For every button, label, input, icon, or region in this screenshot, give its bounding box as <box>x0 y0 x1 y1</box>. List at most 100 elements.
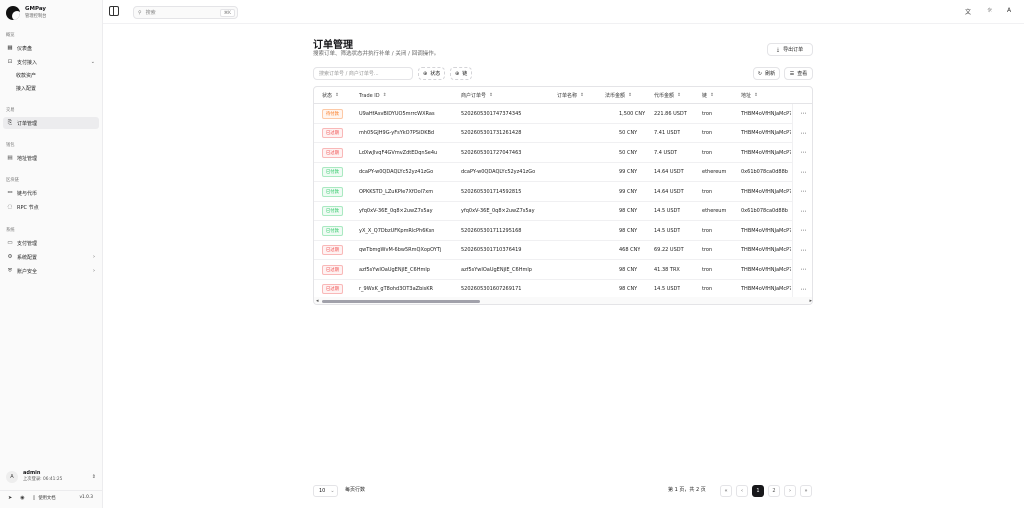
trade-id-cell: mh05GJH9G-yFsYkO7PSiDKBd <box>359 130 435 137</box>
page-button-2[interactable]: 2 <box>768 485 780 497</box>
table-row[interactable]: 已过期 mh05GJH9G-yFsYkO7PSiDKBd 5202605301731… <box>314 123 812 143</box>
row-actions-icon[interactable]: ⋯ <box>792 143 812 163</box>
table-row[interactable]: 已过期 LdXwJlvqF4GVmvZdtEDqnSe4u 520260530172… <box>314 143 812 163</box>
table-row[interactable]: 已付款 yfq0xV-36E_0q8×2uwZ7s5ay yfq0xV-36E_0q… <box>314 201 812 222</box>
status-cell: 已付款 <box>322 202 343 222</box>
merchant-id-cell: 5202605301714592815 <box>461 188 522 195</box>
sort-icon: ⇕ <box>580 93 584 98</box>
row-actions-icon[interactable]: ⋯ <box>792 221 812 241</box>
sidebar-subitem-assets[interactable]: 收款资产 <box>16 72 36 79</box>
trade-id-cell: dcaPY-w0QDAQLYc52yz41zGo <box>359 169 434 176</box>
merchant-id-cell: 5202605301710376419 <box>461 247 522 254</box>
brand[interactable]: GMPay 管理控制台 <box>6 6 46 20</box>
sidebar-item-label: 支付接入 <box>17 59 38 66</box>
scroll-left-icon[interactable]: ◂ <box>316 298 319 304</box>
table-row[interactable]: 已付款 yX_X_Q7DbzUFKpmRlcPh6Ksn 5202605301711… <box>314 221 812 241</box>
row-actions-icon[interactable]: ⋯ <box>792 123 812 143</box>
page-button-1[interactable]: 1 <box>752 485 764 497</box>
chain-filter-button[interactable]: ⊕ 链 <box>450 67 473 80</box>
table-row[interactable]: 已付款 dcaPY-w0QDAQLYc52yz41zGo dcaPY-w0QDAQL… <box>314 162 812 182</box>
group-label-system: 系统 <box>6 228 15 233</box>
token-cell: 14.5 USDT <box>654 227 681 234</box>
user-menu[interactable]: A admin 上次登录: 06:41:25 ⇕ <box>6 470 98 484</box>
column-header-chain[interactable]: 链 ⇕ <box>702 87 714 104</box>
refresh-button[interactable]: ↻ 刷新 <box>753 67 780 80</box>
translate-icon[interactable]: 文 <box>965 7 971 16</box>
sidebar-item-payment-mgmt[interactable]: ▭ 支付管理 <box>3 237 99 249</box>
table-row[interactable]: 已过期 azf5sYwIOaUgENjlE_C6Hmlp azf5sYwIOaUgE… <box>314 260 812 280</box>
merchant-id-cell: 5202605301731261428 <box>461 130 522 137</box>
column-header-token[interactable]: 代币金额 ⇕ <box>654 87 681 104</box>
status-filter-button[interactable]: ⊕ 状态 <box>418 67 446 80</box>
view-options-button[interactable]: ☰ 查看 <box>784 67 813 80</box>
export-orders-button[interactable]: ⤓ 导出订单 <box>767 43 813 56</box>
sidebar-item-payment-access[interactable]: ⊡ 支付接入 ⌄ <box>3 56 99 68</box>
sidebar-item-dashboard[interactable]: ▦ 仪表盘 <box>3 42 99 54</box>
fiat-cell: 468 CNY <box>619 247 641 254</box>
sidebar-item-rpc-nodes[interactable]: ◌ RPC 节点 <box>3 201 99 213</box>
column-label: 代币金额 <box>654 93 675 99</box>
row-actions-icon[interactable]: ⋯ <box>792 260 812 280</box>
row-actions-icon[interactable]: ⋯ <box>792 201 812 221</box>
trade-id-cell: U9aHfAsvBlDYUO5mrrcWXRas <box>359 110 435 117</box>
column-header-merchant-id[interactable]: 商户订单号 ⇕ <box>461 87 493 104</box>
column-header-status[interactable]: 状态 ⇕ <box>322 87 339 104</box>
first-page-button[interactable]: « <box>720 485 732 497</box>
sidebar-item-chains-tokens[interactable]: ⚯ 链与代币 <box>3 187 99 199</box>
column-header-fiat[interactable]: 法币金额 ⇕ <box>605 87 632 104</box>
status-badge: 已付款 <box>322 206 343 217</box>
orders-icon: ⎘ <box>7 119 13 126</box>
github-icon[interactable]: ◉ <box>20 495 24 501</box>
row-actions-icon[interactable]: ⋯ <box>792 162 812 182</box>
scroll-right-icon[interactable]: ▸ <box>809 298 812 304</box>
user-name: admin <box>23 470 41 477</box>
theme-toggle-icon[interactable]: ☼ <box>987 7 992 14</box>
prev-page-button[interactable]: ‹ <box>736 485 748 497</box>
order-search-input[interactable]: 搜索订单号 / 商户订单号... <box>313 67 413 80</box>
row-actions-icon[interactable]: ⋯ <box>792 182 812 202</box>
sidebar-item-orders[interactable]: ⎘ 订单管理 <box>3 117 99 129</box>
column-header-address[interactable]: 地址 ⇕ <box>741 87 758 104</box>
fiat-cell: 50 CNY <box>619 149 638 156</box>
send-icon[interactable]: ➤ <box>8 495 12 501</box>
docs-icon[interactable]: ▯ <box>33 495 36 501</box>
table-row[interactable]: 已付款 OPKKSTD_LZuKPIe7XfOol7xm 5202605301714… <box>314 182 812 202</box>
trade-id-cell: LdXwJlvqF4GVmvZdtEDqnSe4u <box>359 149 438 156</box>
rpc-icon: ◌ <box>7 204 13 210</box>
sidebar-item-label: 账户安全 <box>17 268 38 275</box>
per-page-label: 每页行数 <box>345 487 366 493</box>
page-size-select[interactable]: 10 ⌄ <box>313 485 338 497</box>
token-cell: 7.41 USDT <box>654 130 681 137</box>
row-actions-icon[interactable]: ⋯ <box>792 240 812 260</box>
status-badge: 已过期 <box>322 264 343 275</box>
column-header-trade-id[interactable]: Trade ID ⇕ <box>359 87 386 104</box>
user-avatar-top[interactable]: A <box>1007 7 1011 14</box>
sidebar: GMPay 管理控制台 概览 ▦ 仪表盘 ⊡ 支付接入 ⌄ 收款资产 接入配置 … <box>0 0 103 508</box>
sidebar-item-account-security[interactable]: ⛨ 账户安全 › <box>3 265 99 277</box>
sort-icon: ⇕ <box>489 93 493 98</box>
sidebar-subitem-access-config[interactable]: 接入配置 <box>16 85 36 92</box>
docs-link[interactable]: 使用文档 <box>38 495 55 501</box>
table-row[interactable]: 已过期 qwTbmgWvM-6bw5RmQXopOYTj 5202605301710… <box>314 240 812 260</box>
page-info: 第 1 页，共 2 页 <box>668 487 706 493</box>
status-badge: 已付款 <box>322 186 343 197</box>
sort-icon: ⇕ <box>628 93 632 98</box>
status-cell: 已付款 <box>322 182 343 202</box>
last-page-button[interactable]: » <box>800 485 812 497</box>
horizontal-scrollbar[interactable]: ◂ ▸ <box>314 297 812 304</box>
row-actions-icon[interactable]: ⋯ <box>792 104 812 124</box>
address-icon: ▤ <box>7 155 13 161</box>
sort-icon: ⇕ <box>677 93 681 98</box>
group-label-trade: 交易 <box>6 108 15 113</box>
next-page-button[interactable]: › <box>784 485 796 497</box>
shield-icon: ⛨ <box>7 267 13 274</box>
search-input[interactable]: ⚲ 搜索 ⌘K <box>133 6 238 19</box>
sidebar-toggle-icon[interactable] <box>109 6 119 16</box>
sidebar-item-addresses[interactable]: ▤ 地址管理 <box>3 152 99 164</box>
column-header-name[interactable]: 订单名称 ⇕ <box>557 87 584 104</box>
address-cell: THBM4oVfHNJaMcP7 <box>741 188 791 195</box>
sidebar-item-system-config[interactable]: ⚙ 系统配置 › <box>3 251 99 263</box>
token-cell: 14.5 USDT <box>654 208 681 215</box>
table-row[interactable]: 待付款 U9aHfAsvBlDYUO5mrrcWXRas 5202605301747… <box>314 104 812 124</box>
scrollbar-thumb[interactable] <box>322 300 480 303</box>
